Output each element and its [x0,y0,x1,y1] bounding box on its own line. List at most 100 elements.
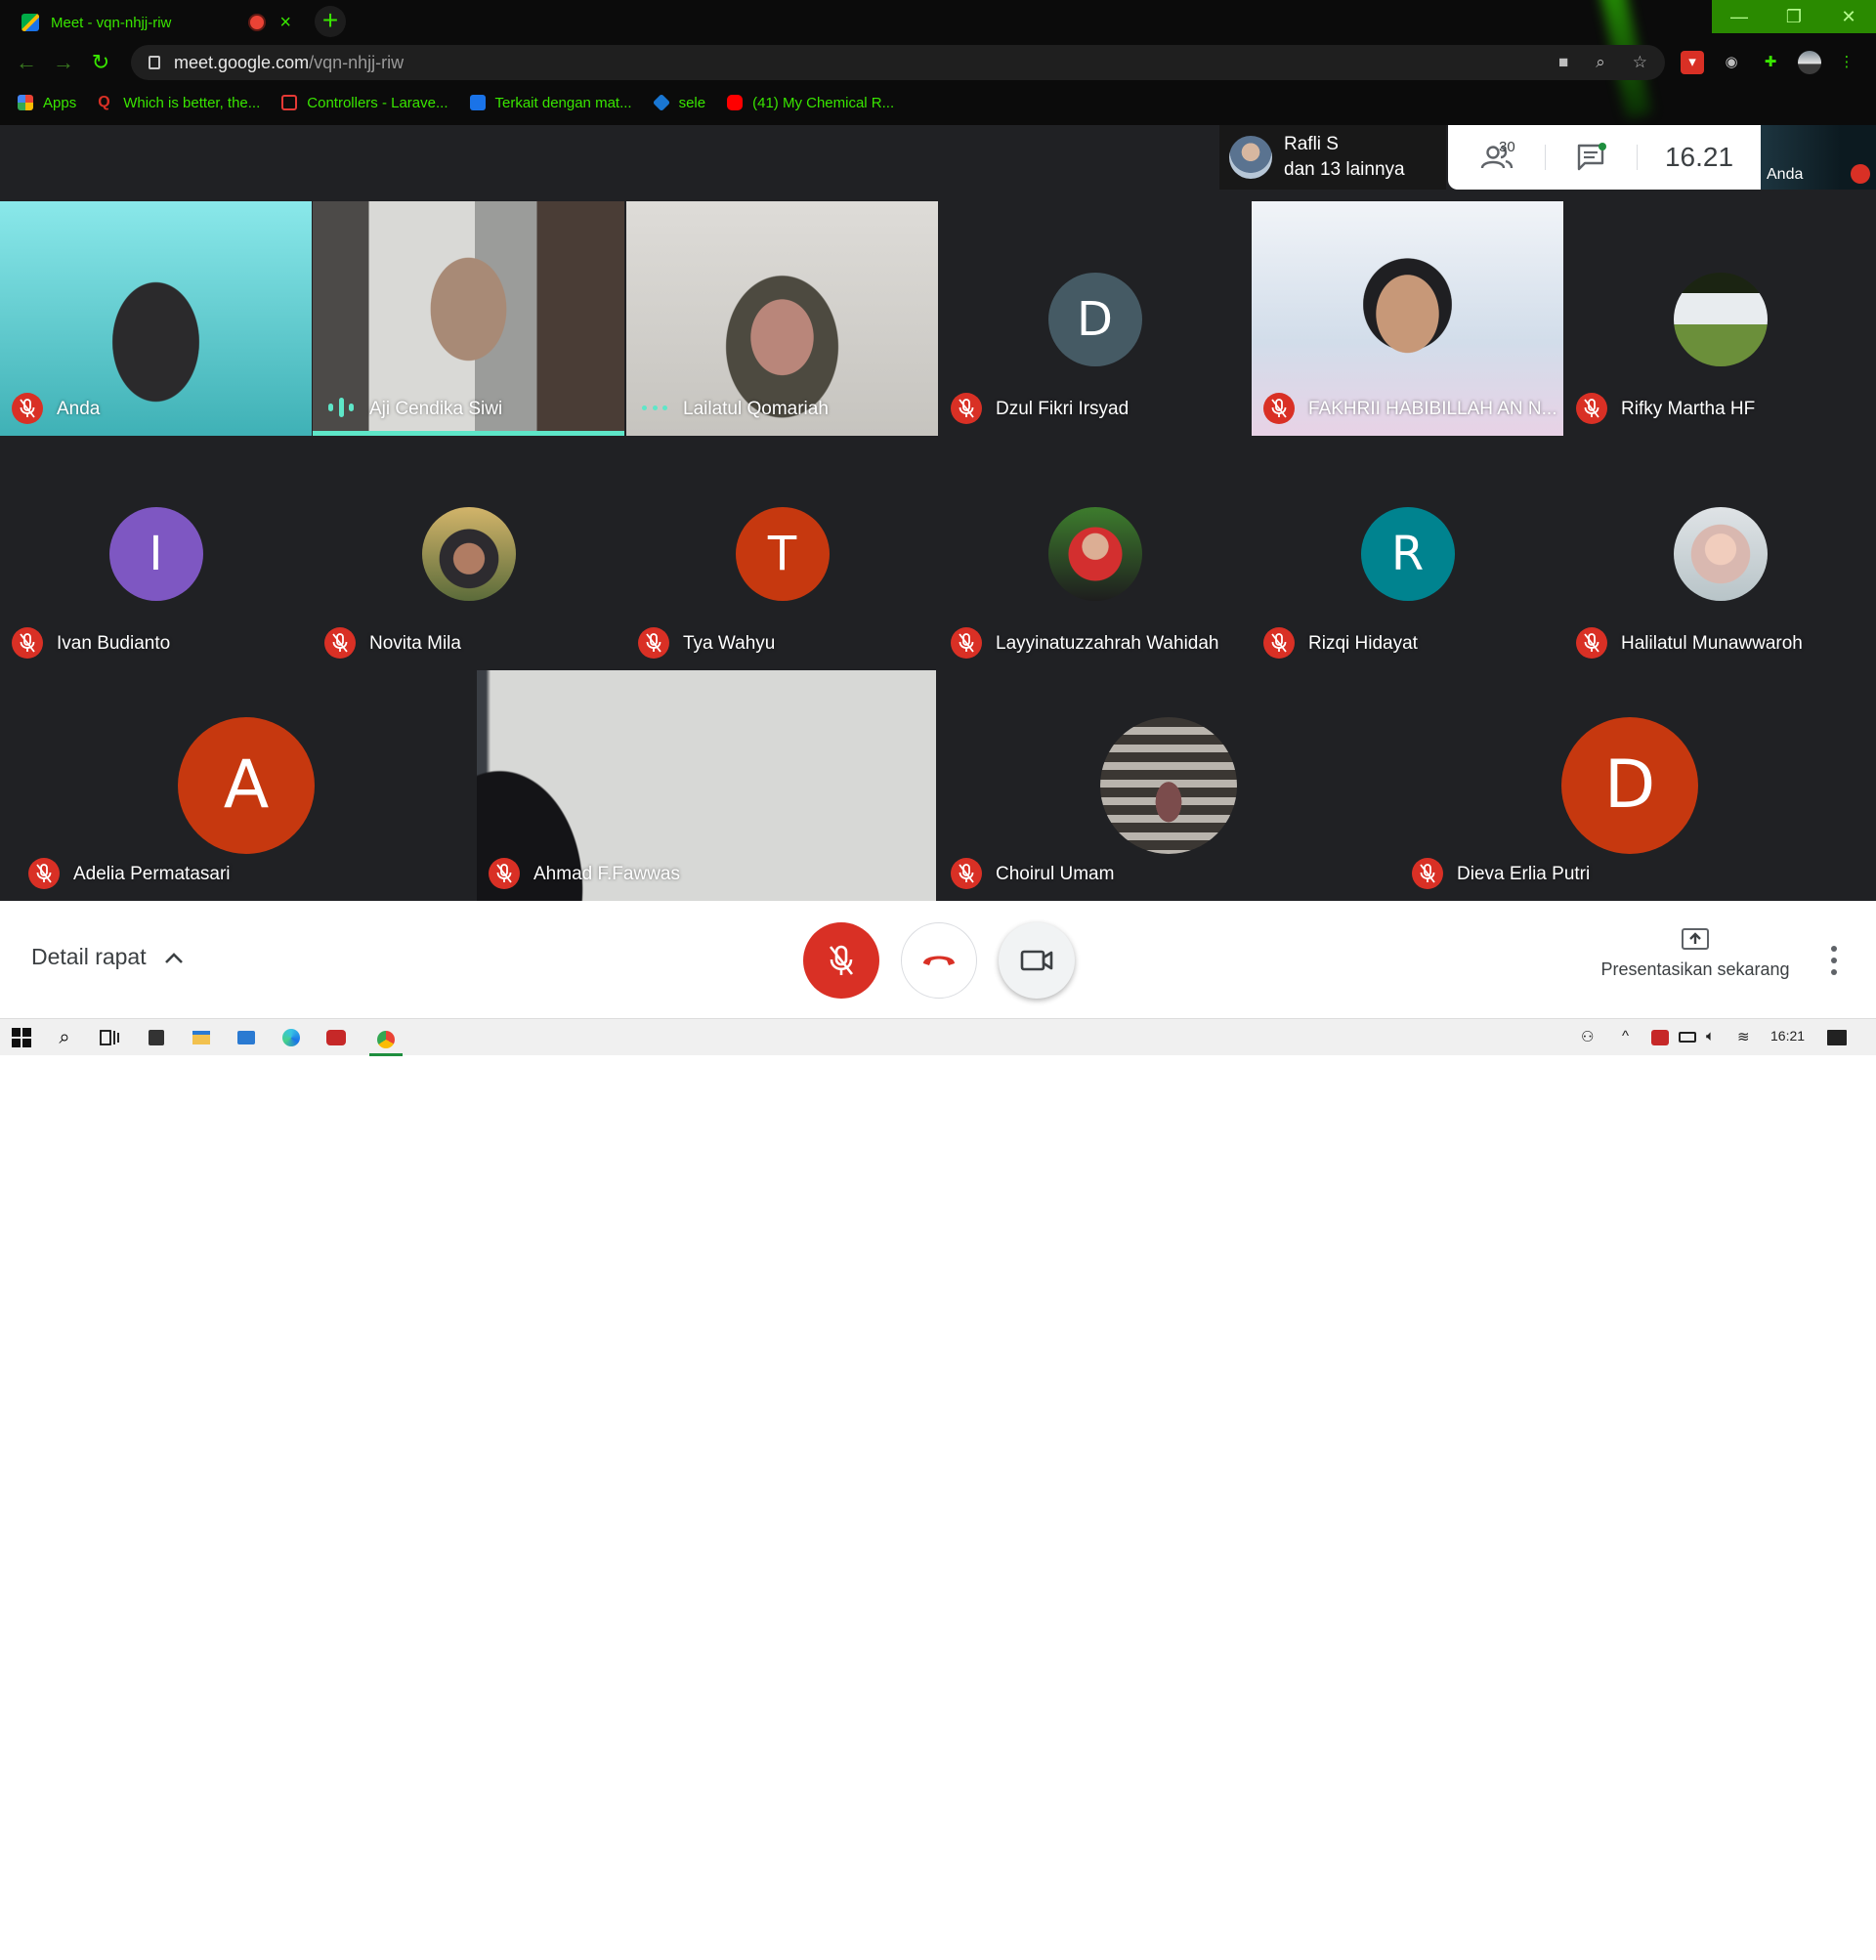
mic-off-icon [829,945,854,975]
reload-icon[interactable]: ↻ [82,50,119,75]
volume-icon[interactable]: 🔈︎ [1706,1028,1715,1044]
task-view-icon[interactable] [98,1026,121,1049]
participant-name: Novita Mila [369,633,461,654]
start-windows-icon[interactable] [10,1026,33,1049]
address-bar[interactable]: meet.google.com/vqn-nhjj-riw ■ ⌕ ☆ [131,45,1665,80]
screenshot-extension-icon[interactable]: ◉ [1720,51,1743,74]
participant-name: Anda [57,399,101,419]
meeting-details-label: Detail rapat [31,944,147,969]
people-tray-icon[interactable]: ⚇ [1581,1028,1594,1045]
self-view-thumbnail[interactable]: Anda [1761,125,1876,190]
participant-initial-avatar: D [1047,273,1142,366]
participant-name: Choirul Umam [996,864,1115,884]
restore-button[interactable]: ❐ [1767,0,1821,33]
participant-tile[interactable]: Rifky Martha HF [1564,201,1876,436]
participant-tile[interactable]: Halilatul Munawwaroh [1564,436,1876,670]
bookmark-star-icon[interactable]: ☆ [1633,53,1647,72]
more-options-icon[interactable] [1829,946,1839,975]
new-tab-button[interactable]: + [315,6,346,37]
participant-tile[interactable]: R Rizqi Hidayat [1252,436,1563,670]
leave-call-button[interactable] [901,922,977,999]
browser-menu-icon[interactable]: ⋮ [1835,51,1858,74]
present-now-label: Presentasikan sekarang [1600,959,1790,979]
participant-photo-avatar [1673,507,1768,601]
participant-initial-avatar: T [735,507,830,601]
bookmark-label: (41) My Chemical R... [752,94,895,111]
store-bag-icon[interactable] [145,1026,168,1049]
profile-avatar-icon[interactable] [1798,51,1821,74]
mic-off-icon [489,858,520,889]
tab-title: Meet - vqn-nhjj-riw [51,14,172,31]
bookmark-sele[interactable]: sele [652,93,705,112]
participant-tile[interactable]: T Tya Wahyu [626,436,938,670]
mail-icon[interactable] [234,1026,258,1049]
minimize-button[interactable]: — [1712,0,1767,33]
participant-tile[interactable]: D Dzul Fikri Irsyad [939,201,1251,436]
participant-tile[interactable]: A Adelia Permatasari [17,670,476,901]
file-explorer-icon[interactable] [190,1026,213,1049]
presenter-avatar [1229,136,1272,179]
mic-off-icon [951,858,982,889]
laravel-icon [281,95,298,110]
browser-toolbar: ← → ↻ meet.google.com/vqn-nhjj-riw ■ ⌕ ☆… [0,41,1876,84]
search-icon[interactable]: ⌕ [53,1026,76,1049]
camera-in-use-icon[interactable]: ■ [1558,53,1568,72]
meeting-details-button[interactable]: Detail rapat [31,944,184,970]
chat-icon [1577,143,1606,171]
participant-tile[interactable]: Aji Cendika Siwi [313,201,624,436]
show-hidden-icons-chevron-up-icon[interactable]: ^ [1622,1028,1629,1044]
speaking-indicator-icon [328,397,354,418]
game-app-icon[interactable] [324,1026,348,1049]
taskbar-clock[interactable]: 16:21 [1770,1028,1805,1044]
back-icon[interactable]: ← [8,50,45,75]
participant-tile[interactable]: Novita Mila [313,436,624,670]
bookmark-apps[interactable]: Apps [18,95,76,111]
tray-app-icon[interactable] [1651,1030,1669,1045]
participants-button[interactable]: 30 [1448,125,1546,190]
participant-name: Aji Cendika Siwi [369,399,503,419]
participant-tile[interactable]: Lailatul Qomariah [626,201,938,436]
microphone-toggle-button[interactable] [803,922,879,999]
presenter-info[interactable]: Rafli S dan 13 lainnya [1219,125,1446,190]
mic-off-icon [1576,393,1607,424]
participant-initial-avatar: I [108,507,203,601]
camera-toggle-button[interactable] [999,922,1075,999]
tab-close-icon[interactable]: × [279,13,291,32]
notifications-icon[interactable] [1827,1030,1847,1045]
selenium-diamond-icon [652,93,670,112]
bookmark-laravel[interactable]: Controllers - Larave... [281,95,448,111]
presenter-name: Rafli S [1284,134,1339,154]
participant-tile[interactable]: Choirul Umam [939,670,1398,901]
zoom-icon[interactable]: ⌕ [1596,53,1605,72]
participant-tile[interactable]: Layyinatuzzahrah Wahidah [939,436,1251,670]
extensions-puzzle-icon[interactable]: ✚ [1759,51,1782,74]
bookmark-classroom[interactable]: Terkait dengan mat... [469,95,632,111]
participant-name: Tya Wahyu [683,633,776,654]
participant-name: Rifky Martha HF [1621,399,1756,419]
forward-icon[interactable]: → [45,50,82,75]
url-path: /vqn-nhjj-riw [309,52,405,72]
chrome-taskbar-icon[interactable] [369,1026,403,1056]
pocket-extension-icon[interactable]: ▾ [1681,51,1704,74]
participant-tile[interactable]: Anda [0,201,312,436]
edge-browser-icon[interactable] [279,1026,303,1049]
participant-tile[interactable]: D Dieva Erlia Putri [1400,670,1859,901]
mic-off-icon [1412,858,1443,889]
lock-icon [149,56,160,69]
participant-tile[interactable]: Ahmad F.Fawwas [477,670,936,901]
close-window-button[interactable]: ✕ [1821,0,1876,33]
tab-meet[interactable]: Meet - vqn-nhjj-riw × [10,4,303,41]
present-now-button[interactable]: Presentasikan sekarang [1583,928,1808,980]
apps-grid-icon [18,95,33,110]
hang-up-phone-icon [923,956,955,965]
chat-button[interactable] [1546,125,1638,190]
audio-dots-indicator-icon [642,397,667,418]
bookmark-quora[interactable]: Q Which is better, the... [98,95,260,111]
battery-icon[interactable] [1679,1032,1696,1043]
wifi-icon[interactable]: ≋ [1737,1028,1750,1045]
participant-name: Dzul Fikri Irsyad [996,399,1130,419]
participant-tile[interactable]: I Ivan Budianto [0,436,312,670]
bookmark-youtube[interactable]: (41) My Chemical R... [727,95,894,111]
participant-tile[interactable]: FAKHRII HABIBILLAH AN N... [1252,201,1563,436]
mic-off-icon [1263,627,1295,659]
